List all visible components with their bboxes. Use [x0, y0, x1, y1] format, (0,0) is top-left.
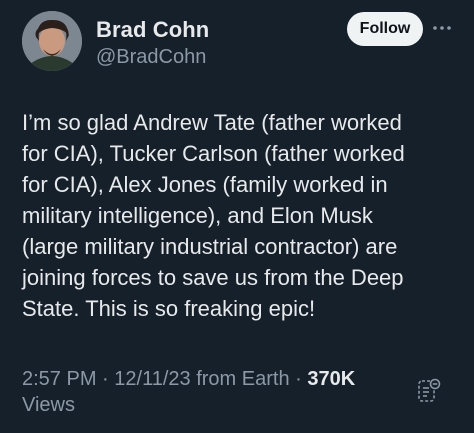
avatar[interactable]: [22, 11, 82, 71]
meta-separator: ·: [96, 368, 115, 390]
display-name[interactable]: Brad Cohn: [96, 17, 209, 43]
views-label: Views: [22, 394, 75, 416]
tweet-time[interactable]: 2:57 PM: [22, 368, 96, 390]
more-horizontal-icon[interactable]: [430, 16, 454, 40]
tweet-card: Brad Cohn @BradCohn Follow I’m so glad A…: [0, 0, 474, 433]
views-count: 370K: [307, 368, 356, 390]
user-handle[interactable]: @BradCohn: [96, 46, 206, 69]
tweet-metadata: 2:57 PM · 12/11/23 from Earth · 370K Vie…: [22, 366, 412, 418]
meta-separator: ·: [289, 368, 308, 390]
avatar-image: [22, 11, 82, 71]
tweet-date[interactable]: 12/11/23: [114, 368, 190, 390]
tweet-text: I’m so glad Andrew Tate (father worked f…: [22, 110, 405, 321]
follow-button[interactable]: Follow: [347, 12, 423, 46]
analytics-icon[interactable]: [417, 378, 441, 404]
tweet-location: from Earth: [196, 368, 290, 390]
